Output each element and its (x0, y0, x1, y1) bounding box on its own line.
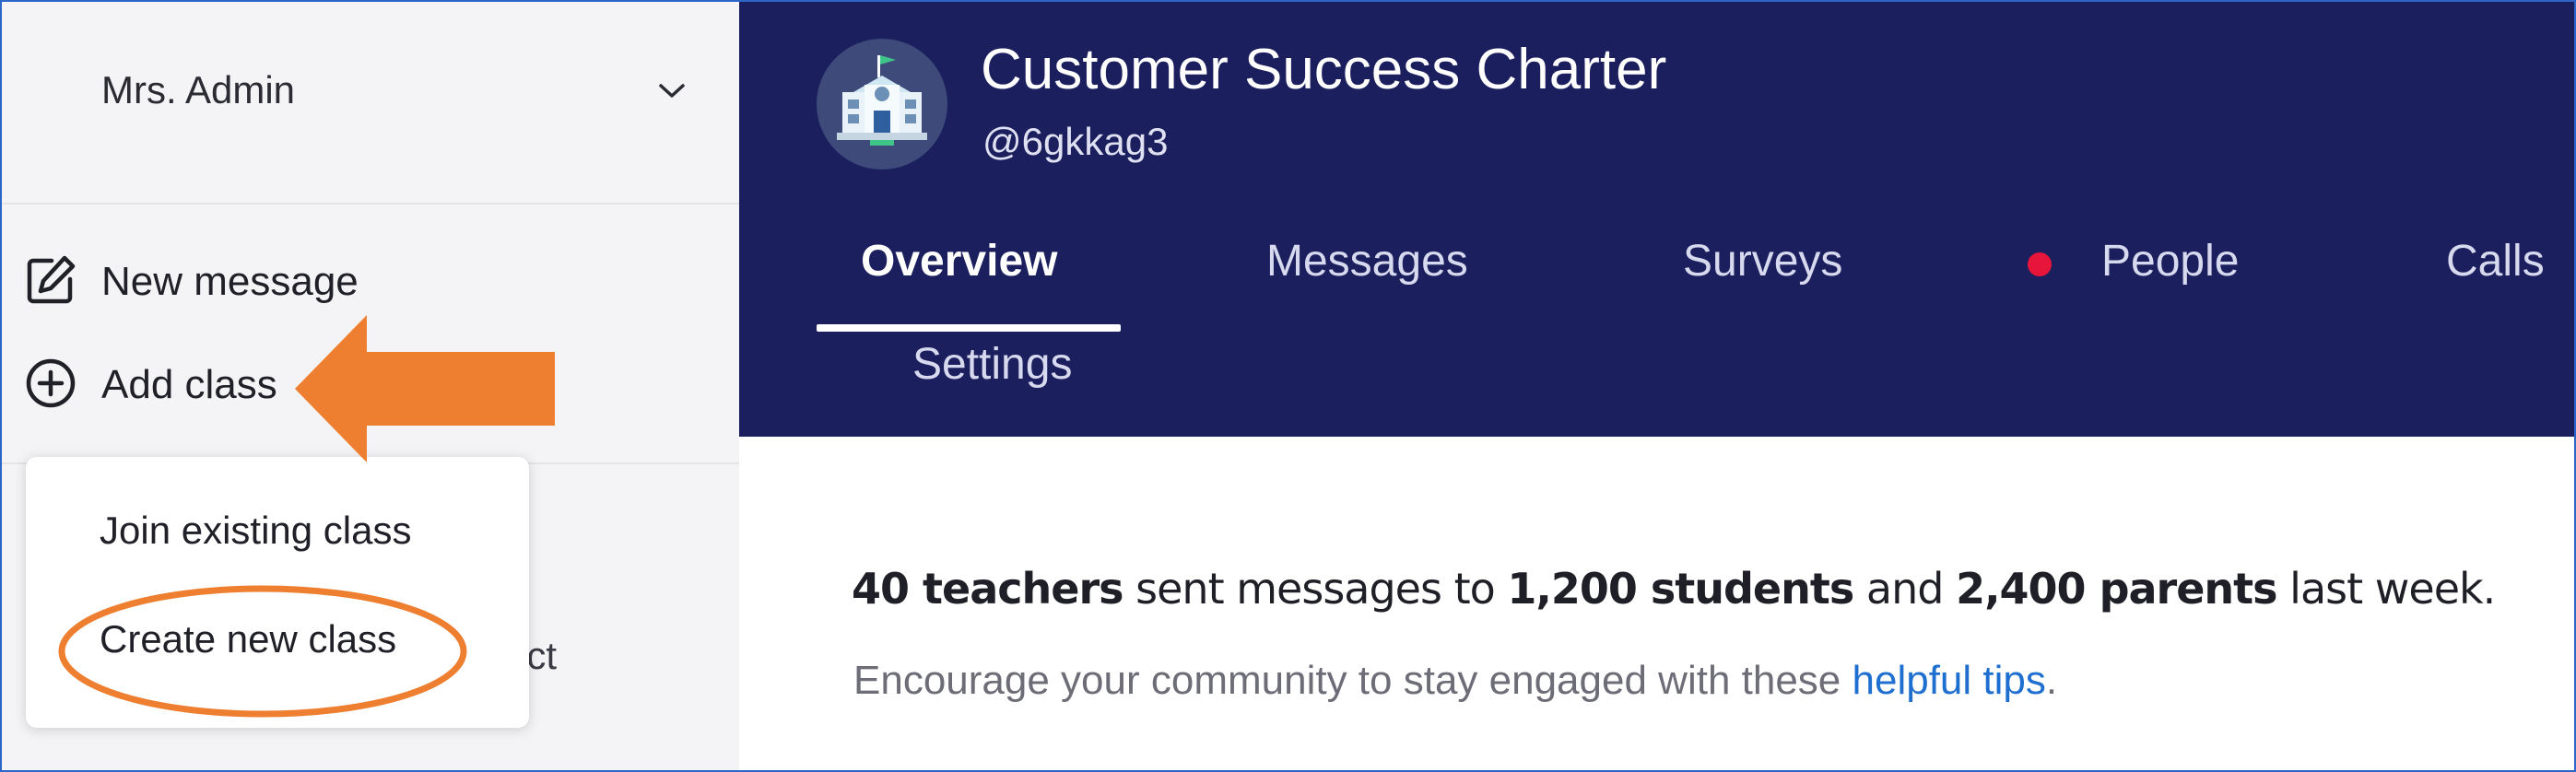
annotation-arrow (295, 315, 555, 462)
org-name: Customer Success Charter (981, 38, 1667, 101)
tips-text: Encourage your community to stay engaged… (853, 658, 1853, 703)
tab-people[interactable]: People (2101, 236, 2239, 287)
new-message-button[interactable]: New message (24, 252, 359, 311)
org-header: Customer Success Charter @6gkkag3 Overvi… (739, 2, 2574, 437)
add-class-button[interactable]: Add class (24, 356, 277, 415)
summary-text-2: and (1853, 564, 1957, 614)
overview-content: 40 teachers sent messages to 1,200 stude… (739, 437, 2574, 770)
tab-messages[interactable]: Messages (1266, 236, 1468, 287)
summary-text-1: sent messages to (1123, 564, 1508, 614)
helpful-tips-link[interactable]: helpful tips (1853, 658, 2046, 703)
active-tab-indicator (817, 324, 1121, 332)
account-name: Mrs. Admin (101, 68, 296, 111)
new-message-label: New message (101, 259, 359, 304)
weekly-summary: 40 teachers sent messages to 1,200 stude… (852, 564, 2496, 614)
annotation-ellipse (58, 585, 467, 718)
teachers-count: 40 teachers (852, 564, 1124, 614)
sidebar: Mrs. Admin New message Add class ict Joi… (2, 2, 739, 770)
join-existing-class-option[interactable]: Join existing class (100, 509, 411, 553)
chevron-down-icon[interactable] (658, 83, 686, 104)
students-count: 1,200 students (1507, 564, 1854, 614)
account-switcher[interactable]: Mrs. Admin (2, 2, 739, 205)
notification-dot (2028, 252, 2052, 276)
school-building-icon (817, 39, 947, 174)
org-handle: @6gkkag3 (982, 120, 1169, 163)
tips-line: Encourage your community to stay engaged… (853, 658, 2057, 704)
tab-calls[interactable]: Calls (2446, 236, 2545, 287)
app-window: Mrs. Admin New message Add class ict Joi… (0, 0, 2576, 772)
edit-icon (24, 253, 77, 311)
tab-overview[interactable]: Overview (861, 236, 1057, 287)
parents-count: 2,400 parents (1956, 564, 2277, 614)
tips-end: . (2045, 658, 2058, 703)
tab-settings[interactable]: Settings (912, 339, 1072, 390)
summary-text-3: last week. (2276, 564, 2496, 614)
tab-surveys[interactable]: Surveys (1683, 236, 1842, 287)
plus-circle-icon (24, 357, 77, 415)
add-class-label: Add class (101, 362, 277, 407)
